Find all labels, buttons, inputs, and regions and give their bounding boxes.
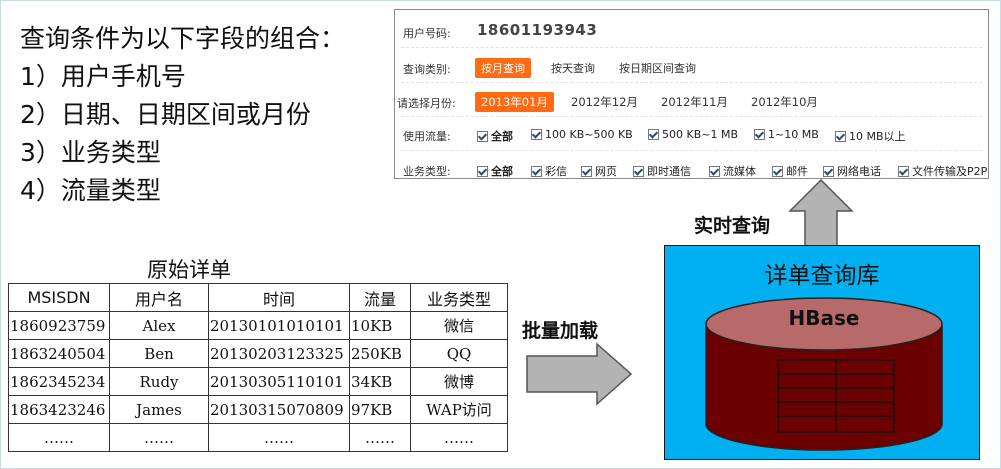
traffic-checkbox[interactable]: 10 MB以上 <box>835 128 906 144</box>
service-label: 业务类型: <box>403 165 451 178</box>
query-conditions: 查询条件为以下字段的组合： 1）用户手机号 2）日期、日期区间或月份 3）业务类… <box>20 20 345 210</box>
query-form-panel: 用户号码: 18601193943 查询类别: 按月查询 按天查询 按日期区间查… <box>394 9 989 179</box>
column-header: 用户名 <box>109 283 209 312</box>
table-cell: Alex <box>109 311 209 340</box>
service-checkbox[interactable]: 流媒体 <box>709 163 756 179</box>
service-checkbox[interactable]: 邮件 <box>772 163 808 179</box>
checkbox-checked-icon <box>531 165 542 177</box>
column-header: MSISDN <box>8 283 110 312</box>
service-checkbox[interactable]: 彩信 <box>531 163 567 179</box>
up-arrow-icon <box>788 178 854 251</box>
table-cell: James <box>109 395 209 424</box>
table-cell: …… <box>349 423 411 452</box>
phone-label: 用户号码: <box>403 27 451 40</box>
table-cell: 微信 <box>410 311 508 340</box>
table-cell: 1863423246 <box>8 395 110 424</box>
table-row: 1863240504 Ben 20130203123325 250KB QQ <box>8 339 508 368</box>
conditions-title: 查询条件为以下字段的组合： <box>20 24 346 53</box>
traffic-label: 使用流量: <box>403 130 451 143</box>
service-checkbox[interactable]: 即时通信 <box>633 163 691 179</box>
checkbox-checked-icon <box>477 130 488 142</box>
detail-query-db: 详单查询库 HBase <box>664 245 980 460</box>
table-cell: 20130305110101 <box>208 367 350 396</box>
table-header-row: MSISDN 用户名 时间 流量 业务类型 <box>8 283 508 312</box>
column-header: 时间 <box>208 283 350 312</box>
query-type-option-daily[interactable]: 按天查询 <box>545 58 601 78</box>
table-cell: …… <box>208 423 350 452</box>
hbase-label: HBase <box>789 306 860 330</box>
service-checkbox[interactable]: 网页 <box>581 163 617 179</box>
condition-item: 2）日期、日期区间或月份 <box>20 100 311 129</box>
query-type-option-monthly[interactable]: 按月查询 <box>475 58 531 78</box>
table-cell: Rudy <box>109 367 209 396</box>
table-cell: 20130101010101 <box>208 311 350 340</box>
checkbox-checked-icon <box>823 165 834 177</box>
table-cell: 1862345234 <box>8 367 110 396</box>
service-checkbox[interactable]: 网络电话 <box>823 163 881 179</box>
table-cell: 34KB <box>349 367 411 396</box>
table-cell: 10KB <box>349 311 411 340</box>
month-label: 请选择月份: <box>397 97 456 110</box>
service-checkbox[interactable]: 文件传输及P2P <box>898 163 987 179</box>
table-cell: 97KB <box>349 395 411 424</box>
row-divider <box>401 116 982 117</box>
checkbox-checked-icon <box>754 129 765 140</box>
month-option[interactable]: 2013年01月 <box>475 92 554 112</box>
table-cell: Ben <box>109 339 209 368</box>
table-cell: 微博 <box>410 367 508 396</box>
realtime-query-label: 实时查询 <box>694 215 771 237</box>
checkbox-checked-icon <box>835 130 846 142</box>
month-option[interactable]: 2012年10月 <box>745 92 824 112</box>
hbase-cylinder-icon: HBase <box>705 297 943 451</box>
checkbox-checked-icon <box>898 165 909 177</box>
checkbox-checked-icon <box>531 129 542 140</box>
traffic-checkbox[interactable]: 100 KB~500 KB <box>531 128 633 141</box>
query-type-label: 查询类别: <box>403 63 451 76</box>
row-divider <box>401 47 982 48</box>
checkbox-checked-icon <box>648 129 659 140</box>
table-row: …… …… …… …… …… <box>8 423 508 452</box>
raw-detail-table: MSISDN 用户名 时间 流量 业务类型 1860923759 Alex 20… <box>8 283 508 452</box>
traffic-checkbox-all[interactable]: 全部 <box>477 128 513 144</box>
column-header: 流量 <box>349 283 411 312</box>
table-cell: 20130203123325 <box>208 339 350 368</box>
table-cell: 1863240504 <box>8 339 110 368</box>
right-arrow-icon <box>526 342 633 406</box>
month-option[interactable]: 2012年12月 <box>565 92 644 112</box>
checkbox-checked-icon <box>581 165 592 177</box>
table-cell: 20130315070809 <box>208 395 350 424</box>
traffic-checkbox[interactable]: 1~10 MB <box>754 128 819 141</box>
table-cell: …… <box>8 423 110 452</box>
table-cell: QQ <box>410 339 508 368</box>
condition-item: 4）流量类型 <box>20 176 161 205</box>
column-header: 业务类型 <box>410 283 508 312</box>
query-type-option-range[interactable]: 按日期区间查询 <box>613 58 702 78</box>
condition-item: 3）业务类型 <box>20 138 161 167</box>
table-row: 1862345234 Rudy 20130305110101 34KB 微博 <box>8 367 508 396</box>
table-row: 1863423246 James 20130315070809 97KB WAP… <box>8 395 508 424</box>
phone-value: 18601193943 <box>477 21 598 39</box>
detail-db-title: 详单查询库 <box>764 263 880 289</box>
checkbox-checked-icon <box>709 165 720 177</box>
row-divider <box>401 150 982 151</box>
row-divider <box>401 82 982 83</box>
table-cell: WAP访问 <box>410 395 508 424</box>
service-checkbox-all[interactable]: 全部 <box>477 163 513 179</box>
checkbox-checked-icon <box>633 165 644 177</box>
batch-load-label: 批量加载 <box>522 320 599 342</box>
traffic-checkbox[interactable]: 500 KB~1 MB <box>648 128 738 141</box>
month-option[interactable]: 2012年11月 <box>655 92 734 112</box>
checkbox-checked-icon <box>477 165 488 177</box>
table-cell: 250KB <box>349 339 411 368</box>
table-cell: …… <box>109 423 209 452</box>
table-cell: …… <box>410 423 508 452</box>
checkbox-checked-icon <box>772 165 783 177</box>
condition-item: 1）用户手机号 <box>20 62 186 91</box>
table-row: 1860923759 Alex 20130101010101 10KB 微信 <box>8 311 508 340</box>
raw-table-title: 原始详单 <box>147 258 231 282</box>
table-cell: 1860923759 <box>8 311 110 340</box>
